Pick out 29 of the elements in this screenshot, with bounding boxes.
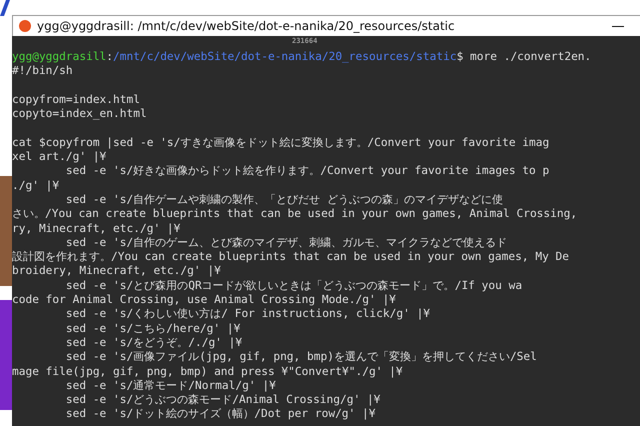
terminal-app-icon <box>19 20 31 32</box>
terminal-line: sed -e 's/好きな画像からドット絵を作ります。/Convert your favorite images to p <box>64 164 550 179</box>
terminal-line: ry, Minecraft, etc./g' |¥ <box>12 222 180 236</box>
terminal-line: sed -e 's/どうぶつの森モード/Animal Crossing/g' |¥ <box>64 393 380 408</box>
terminal-line: cat $copyfrom |sed -e 's/すきな画像をドット絵に変換します。/Convert your favorite imag <box>12 136 550 150</box>
terminal-line: copyfrom=index.html <box>12 92 140 108</box>
prompt-separator: : <box>106 50 114 63</box>
terminal-line: code for Animal Crossing, use Animal Crossing Mode./g' |¥ <box>12 293 396 308</box>
terminal-line: sed -e 's/自作ゲームや刺繍の製作、「とびだせ どうぶつの森」のマイデザなどに使 <box>64 192 503 208</box>
terminal-line: sed -e 's/くわしい使い方は/ For instructions, click/g' |¥ <box>64 307 430 322</box>
terminal-line: #!/bin/sh <box>12 64 73 79</box>
terminal-line: sed -e 's/こちら/here/g' |¥ <box>64 322 240 336</box>
terminal-line: xel art./g' |¥ <box>12 150 106 164</box>
terminal-line: sed -e 's/ドット絵のサイズ（幅）/Dot per row/g' |¥ <box>64 407 376 422</box>
terminal-line: sed -e 's/とび森用のQRコードが欲しいときは「どうぶつの森モード」で。/If you wa <box>64 278 522 294</box>
prompt-user: ygg@yggdrasill <box>12 50 106 63</box>
terminal-line: broidery, Minecraft, etc./g' |¥ <box>12 264 221 279</box>
terminal-line: 設計図を作れます。/You can create blueprints that can be used in your own games, My De <box>12 250 570 264</box>
prompt-path: /mnt/c/dev/webSite/dot-e-nanika/20_resources/static <box>113 50 457 63</box>
command-text: $ more ./convert2en. <box>456 50 592 63</box>
terminal-line: sed -e 's/をどうぞ。/./g' |¥ <box>64 336 242 350</box>
terminal-line: copyto=index_en.html <box>12 107 147 122</box>
terminal-line: sed -e 's/画像ファイル(jpg, gif, png, bmp)を選んで「変換」を押してください/Sel <box>64 350 537 365</box>
terminal-line: sed -e 's/自作のゲーム、とび森のマイデザ、刺繍、ガルモ、マイクラなどで使えるド <box>64 236 508 250</box>
terminal-line: さい。/You can create blueprints that can be used in your own games, Animal Crossing, <box>12 207 578 222</box>
window-title: ygg@yggdrasill: /mnt/c/dev/webSite/dot-e-nanika/20_resources/static <box>37 19 456 33</box>
terminal-line: ./g' |¥ <box>12 178 60 193</box>
terminal-line: sed -e 's/通常モード/Normal/g' |¥ <box>64 378 276 394</box>
terminal-line: mage file(jpg, gif, png, bmp) and press ¥"Convert¥"./g' |¥ <box>12 364 403 379</box>
